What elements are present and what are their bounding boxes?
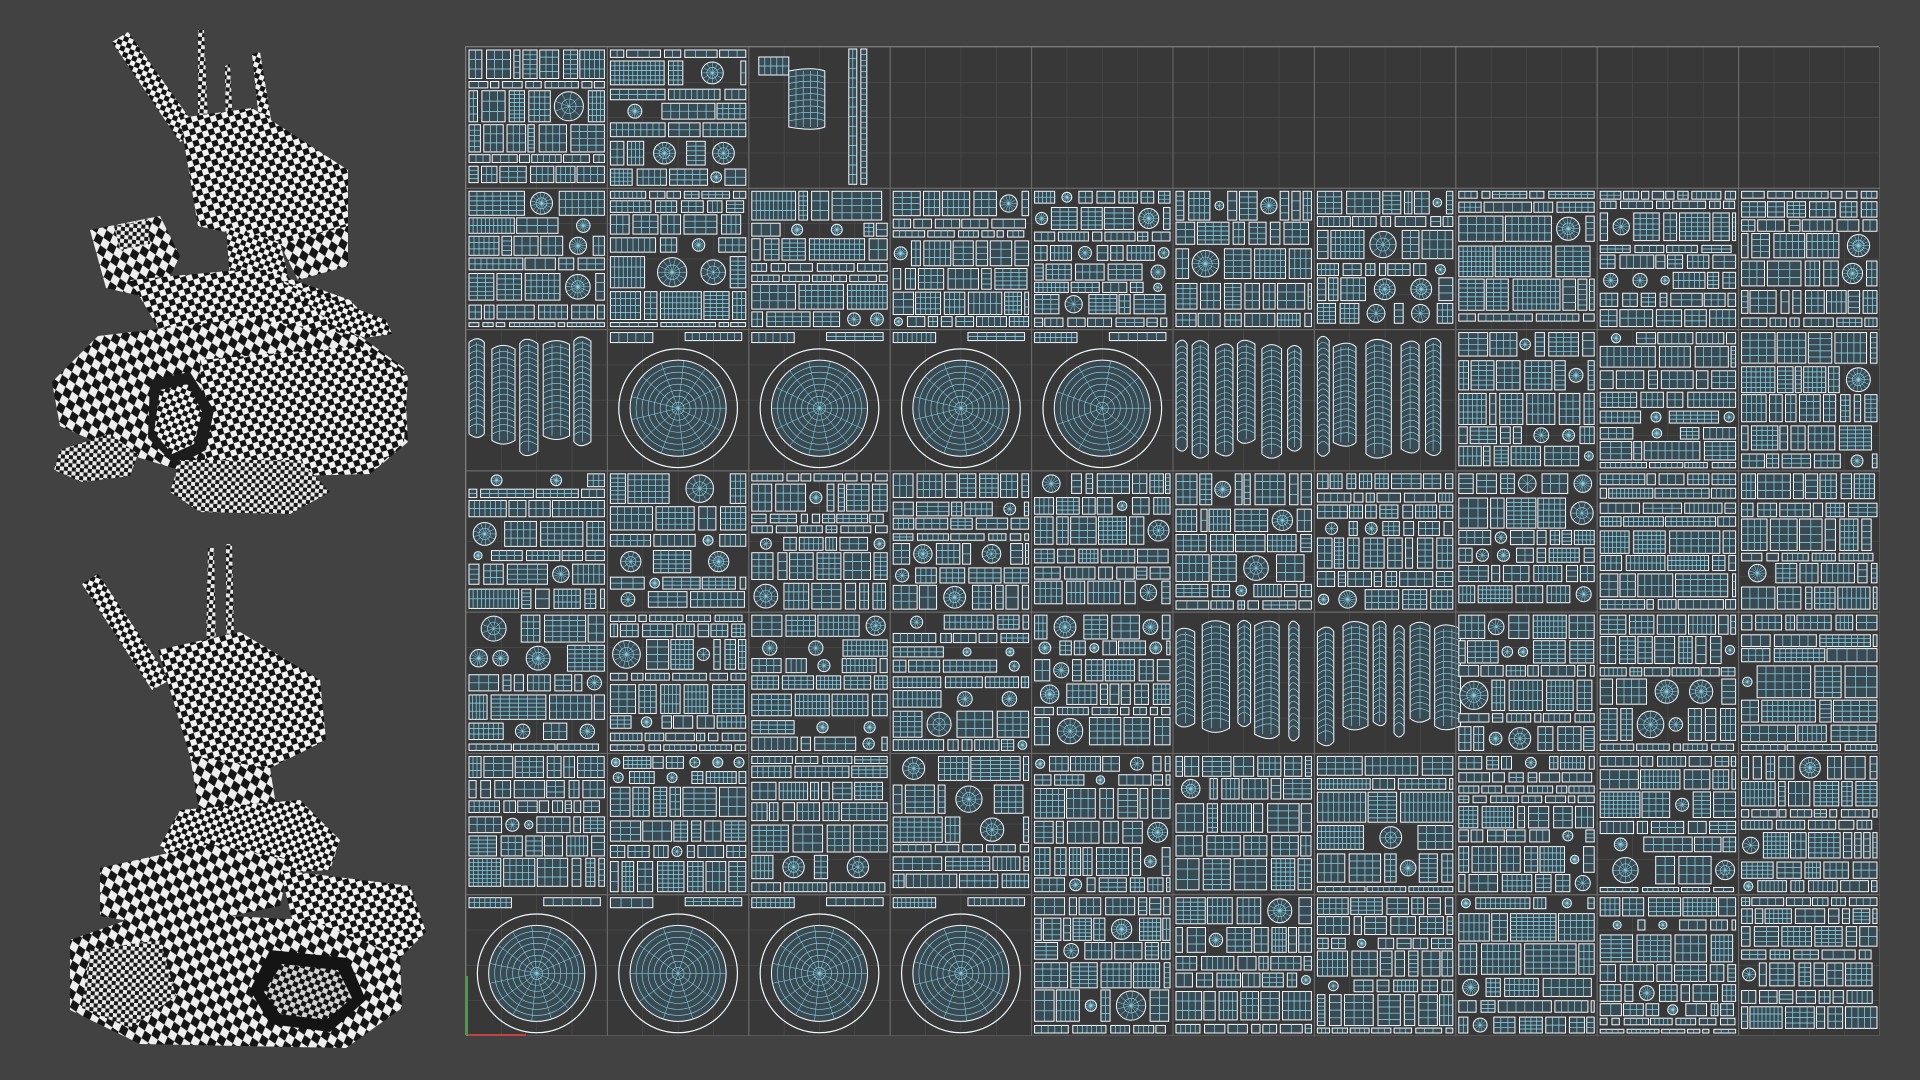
rear-head [158, 632, 326, 768]
uv-tile [1738, 329, 1880, 472]
uv-tile [1172, 752, 1315, 896]
uv-tile [1738, 894, 1880, 1036]
checker-render-rear [30, 540, 430, 1060]
uv-tile [1172, 470, 1315, 613]
uv-tile [1313, 329, 1457, 472]
uv-tile [1172, 894, 1315, 1036]
fin-rear-left [82, 574, 170, 690]
uv-layout-atlas [465, 46, 1880, 1036]
uv-tile [748, 611, 891, 754]
uv-tile [889, 187, 1033, 331]
uv-tile [889, 611, 1033, 754]
uv-tile [1031, 187, 1174, 331]
checker-model-front [52, 30, 408, 514]
uv-tile [1596, 329, 1740, 472]
uv-tile [1455, 187, 1598, 331]
head-block [180, 108, 348, 244]
uv-tile [748, 187, 891, 331]
uv-tile [1738, 752, 1880, 896]
uv-preview-canvas [0, 0, 1920, 1080]
uv-tile [1455, 470, 1598, 613]
uv-tile [1596, 752, 1740, 896]
uv-tiles-svg [466, 47, 1880, 1036]
checker-model-rear [70, 544, 426, 1048]
checker-render-front [30, 30, 430, 530]
